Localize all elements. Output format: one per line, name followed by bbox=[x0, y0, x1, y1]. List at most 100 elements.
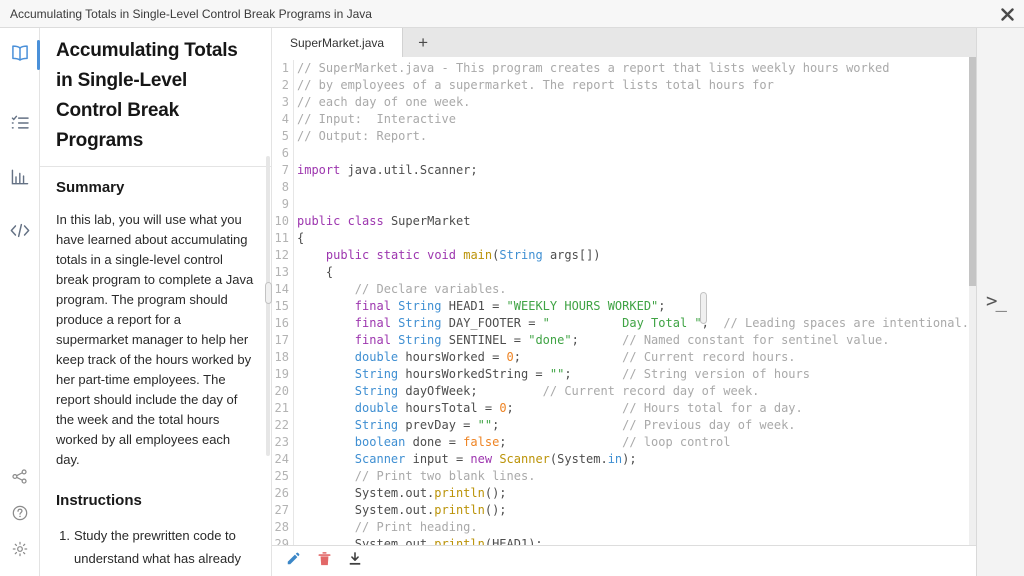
console-toggle-button[interactable]: >_ bbox=[986, 290, 1007, 312]
line-content: import java.util.Scanner; bbox=[297, 163, 478, 177]
line-content: System.out.println(); bbox=[297, 503, 507, 517]
line-number: 21 bbox=[272, 400, 294, 417]
console-resize-handle[interactable] bbox=[700, 292, 707, 324]
console-panel-collapsed: >_ bbox=[976, 28, 1024, 576]
help-icon bbox=[12, 505, 28, 526]
line-number: 4 bbox=[272, 111, 294, 128]
line-number: 3 bbox=[272, 94, 294, 111]
delete-button[interactable] bbox=[315, 551, 333, 570]
code-line[interactable]: 28 // Print heading. bbox=[272, 519, 976, 536]
editor-area: SuperMarket.java + 1// SuperMarket.java … bbox=[272, 28, 976, 576]
icon-rail bbox=[0, 28, 40, 576]
line-content: // by employees of a supermarket. The re… bbox=[297, 78, 774, 92]
line-number: 2 bbox=[272, 77, 294, 94]
panel-resize-handle[interactable] bbox=[265, 282, 272, 304]
code-line[interactable]: 1// SuperMarket.java - This program crea… bbox=[272, 60, 976, 77]
window-title: Accumulating Totals in Single-Level Cont… bbox=[10, 6, 372, 21]
line-number: 6 bbox=[272, 145, 294, 162]
code-line[interactable]: 16 final String DAY_FOOTER = " Day Total… bbox=[272, 315, 976, 332]
line-number: 15 bbox=[272, 298, 294, 315]
checklist-icon bbox=[11, 115, 29, 136]
summary-heading: Summary bbox=[56, 179, 125, 196]
download-button[interactable] bbox=[346, 551, 364, 570]
panel-scrollbar[interactable] bbox=[266, 156, 270, 456]
window-titlebar: Accumulating Totals in Single-Level Cont… bbox=[0, 0, 1024, 28]
editor-scrollbar[interactable] bbox=[969, 57, 976, 545]
edit-button[interactable] bbox=[284, 552, 302, 570]
code-line[interactable]: 9 bbox=[272, 196, 976, 213]
code-line[interactable]: 3// each day of one week. bbox=[272, 94, 976, 111]
line-number: 1 bbox=[272, 60, 294, 77]
code-line[interactable]: 8 bbox=[272, 179, 976, 196]
divider bbox=[40, 166, 271, 167]
sidebar-item-code[interactable] bbox=[0, 220, 40, 246]
bar-chart-icon bbox=[11, 169, 29, 190]
sidebar-item-results[interactable] bbox=[0, 166, 40, 192]
code-line[interactable]: 4// Input: Interactive bbox=[272, 111, 976, 128]
code-line[interactable]: 14 // Declare variables. bbox=[272, 281, 976, 298]
code-line[interactable]: 13 { bbox=[272, 264, 976, 281]
line-number: 19 bbox=[272, 366, 294, 383]
new-tab-button[interactable]: + bbox=[403, 28, 443, 57]
line-content bbox=[294, 145, 297, 162]
book-icon bbox=[10, 44, 30, 67]
line-content: // Output: Report. bbox=[297, 129, 428, 143]
instruction-text: Study the prewritten code to understand … bbox=[74, 528, 241, 576]
code-editor[interactable]: 1// SuperMarket.java - This program crea… bbox=[272, 57, 976, 545]
page-title: Accumulating Totals in Single-Level Cont… bbox=[56, 40, 238, 151]
line-content: // Input: Interactive bbox=[297, 112, 456, 126]
code-line[interactable]: 24 Scanner input = new Scanner(System.in… bbox=[272, 451, 976, 468]
code-line[interactable]: 26 System.out.println(); bbox=[272, 485, 976, 502]
tab-label: SuperMarket.java bbox=[290, 35, 385, 50]
sidebar-item-activities[interactable] bbox=[0, 112, 40, 138]
line-content: final String SENTINEL = "done"; // Named… bbox=[354, 333, 890, 347]
code-line[interactable]: 15 final String HEAD1 = "WEEKLY HOURS WO… bbox=[272, 298, 976, 315]
code-line[interactable]: 23 boolean done = false; // loop control bbox=[272, 434, 976, 451]
code-line[interactable]: 29 System.out.println(HEAD1); bbox=[272, 536, 976, 545]
sidebar-item-reading[interactable] bbox=[0, 40, 40, 70]
line-content: String prevDay = ""; // Previous day of … bbox=[354, 418, 796, 432]
line-content: double hoursWorked = 0; // Current recor… bbox=[354, 350, 796, 364]
line-number: 11 bbox=[272, 230, 294, 247]
line-content: public class SuperMarket bbox=[297, 214, 471, 228]
line-number: 7 bbox=[272, 162, 294, 179]
code-line[interactable]: 21 double hoursTotal = 0; // Hours total… bbox=[272, 400, 976, 417]
code-line[interactable]: 25 // Print two blank lines. bbox=[272, 468, 976, 485]
code-line[interactable]: 2// by employees of a supermarket. The r… bbox=[272, 77, 976, 94]
line-number: 14 bbox=[272, 281, 294, 298]
line-content: final String DAY_FOOTER = " Day Total ";… bbox=[354, 316, 969, 330]
code-line[interactable]: 17 final String SENTINEL = "done"; // Na… bbox=[272, 332, 976, 349]
code-line[interactable]: 11{ bbox=[272, 230, 976, 247]
code-line[interactable]: 18 double hoursWorked = 0; // Current re… bbox=[272, 349, 976, 366]
close-icon[interactable] bbox=[998, 5, 1016, 23]
code-line[interactable]: 20 String dayOfWeek; // Current record d… bbox=[272, 383, 976, 400]
code-line[interactable]: 12 public static void main(String args[]… bbox=[272, 247, 976, 264]
line-number: 24 bbox=[272, 451, 294, 468]
line-content: { bbox=[297, 265, 334, 279]
code-line[interactable]: 6 bbox=[272, 145, 976, 162]
line-number: 18 bbox=[272, 349, 294, 366]
code-line[interactable]: 7 import java.util.Scanner; bbox=[272, 162, 976, 179]
code-line[interactable]: 22 String prevDay = ""; // Previous day … bbox=[272, 417, 976, 434]
share-button[interactable] bbox=[0, 466, 40, 492]
line-number: 12 bbox=[272, 247, 294, 264]
tab-bar: SuperMarket.java + bbox=[272, 28, 976, 57]
help-button[interactable] bbox=[0, 502, 40, 528]
line-number: 13 bbox=[272, 264, 294, 281]
line-number: 27 bbox=[272, 502, 294, 519]
line-number: 10 bbox=[272, 213, 294, 230]
editor-scrollbar-thumb[interactable] bbox=[969, 57, 976, 287]
line-content: final String HEAD1 = "WEEKLY HOURS WORKE… bbox=[354, 299, 666, 313]
line-content: Scanner input = new Scanner(System.in); bbox=[354, 452, 637, 466]
line-content: // each day of one week. bbox=[297, 95, 471, 109]
code-line[interactable]: 27 System.out.println(); bbox=[272, 502, 976, 519]
editor-toolbar bbox=[272, 545, 976, 576]
line-number: 26 bbox=[272, 485, 294, 502]
instruction-number: 1. bbox=[59, 528, 70, 543]
code-line[interactable]: 19 String hoursWorkedString = ""; // Str… bbox=[272, 366, 976, 383]
code-line[interactable]: 10 public class SuperMarket bbox=[272, 213, 976, 230]
settings-button[interactable] bbox=[0, 538, 40, 564]
code-line[interactable]: 5// Output: Report. bbox=[272, 128, 976, 145]
tab-supermarket-java[interactable]: SuperMarket.java bbox=[272, 28, 404, 57]
line-number: 23 bbox=[272, 434, 294, 451]
